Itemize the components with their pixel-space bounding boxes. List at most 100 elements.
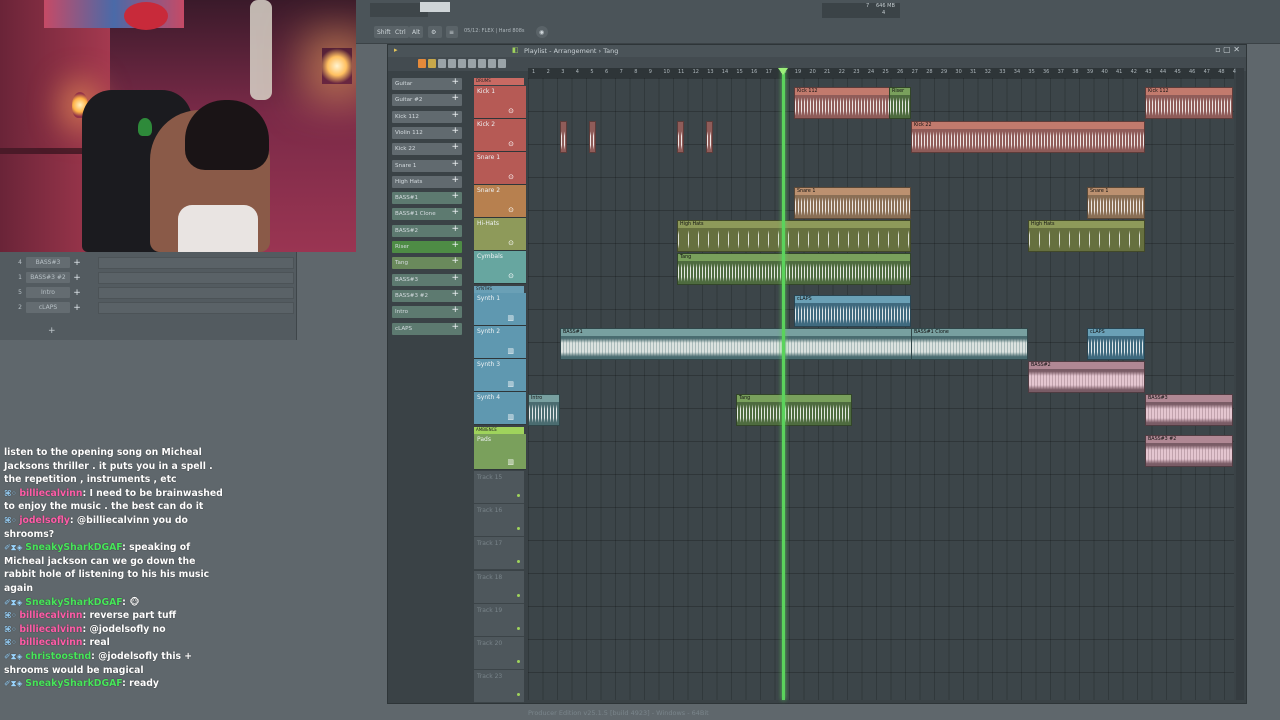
track-led[interactable] bbox=[517, 527, 520, 531]
delete-icon[interactable] bbox=[438, 59, 446, 68]
clip-kick-short[interactable] bbox=[706, 121, 713, 153]
zoom-icon[interactable] bbox=[488, 59, 496, 68]
clip-kick-short[interactable] bbox=[677, 121, 684, 153]
picker-pattern[interactable]: Riser + bbox=[392, 240, 462, 253]
plus-icon[interactable]: + bbox=[451, 126, 459, 136]
menu-arrow-icon[interactable]: ▸ bbox=[394, 46, 398, 54]
chat-username[interactable]: billiecalvinn bbox=[19, 637, 82, 648]
chat-username[interactable]: christoostnd bbox=[25, 651, 91, 662]
brush-icon[interactable] bbox=[428, 59, 436, 68]
row-track[interactable] bbox=[98, 256, 294, 269]
plus-icon[interactable]: + bbox=[451, 305, 459, 315]
chat-username[interactable]: SneakySharkDGAF bbox=[25, 678, 122, 689]
empty-track[interactable]: Track 19 bbox=[474, 603, 524, 637]
menu-icon[interactable]: ≡ bbox=[446, 26, 458, 38]
clip-bass-3-2[interactable]: BASS#3 #2 bbox=[1145, 435, 1233, 467]
empty-track[interactable]: Track 23 bbox=[474, 670, 524, 704]
empty-track[interactable]: Track 20 bbox=[474, 637, 524, 670]
plus-icon[interactable]: + bbox=[451, 159, 459, 169]
plus-icon[interactable]: + bbox=[451, 256, 459, 266]
empty-track[interactable]: Track 17 bbox=[474, 537, 524, 571]
vertical-scrollbar[interactable] bbox=[1236, 68, 1244, 700]
picker-pattern[interactable]: BASS#3 #2 + bbox=[392, 289, 462, 302]
row-track[interactable] bbox=[98, 286, 294, 299]
chat-username[interactable]: billiecalvinn bbox=[19, 624, 82, 635]
row-track[interactable] bbox=[98, 271, 294, 284]
playback-icon[interactable] bbox=[498, 59, 506, 68]
add-track-icon[interactable]: + bbox=[48, 326, 56, 336]
plus-icon[interactable]: + bbox=[451, 93, 459, 103]
track-header[interactable]: Kick 2 ⊙ bbox=[474, 119, 526, 152]
plus-icon[interactable]: + bbox=[451, 77, 459, 87]
plus-icon[interactable]: + bbox=[70, 288, 84, 298]
clip-high-hats[interactable]: High Hats bbox=[677, 220, 911, 252]
clip-high-hats[interactable]: High Hats bbox=[1028, 220, 1145, 252]
group-ambience[interactable]: AMBIENCE bbox=[474, 427, 524, 434]
plus-icon[interactable]: + bbox=[70, 303, 84, 313]
picker-pattern[interactable]: BASS#1 Clone + bbox=[392, 207, 462, 221]
plus-icon[interactable]: + bbox=[451, 289, 459, 299]
playhead-marker[interactable] bbox=[778, 68, 788, 75]
group-synths[interactable]: SYNTHS bbox=[474, 286, 524, 293]
mute-icon[interactable] bbox=[448, 59, 456, 68]
plus-icon[interactable]: + bbox=[451, 240, 459, 250]
empty-track[interactable]: Track 18 bbox=[474, 570, 524, 604]
clip-snare-1[interactable]: Snare 1 bbox=[1087, 187, 1145, 219]
shift-button[interactable]: Shift bbox=[374, 26, 394, 38]
settings-icon[interactable]: ⚙ bbox=[428, 26, 442, 38]
row-track[interactable] bbox=[98, 301, 294, 314]
picker-pattern[interactable]: Guitar + bbox=[392, 77, 462, 90]
empty-track[interactable]: Track 15 bbox=[474, 471, 524, 504]
clip-kick-short[interactable] bbox=[560, 121, 567, 153]
empty-track[interactable]: Track 16 bbox=[474, 504, 524, 538]
plus-icon[interactable]: + bbox=[451, 273, 459, 283]
playhead[interactable] bbox=[782, 68, 785, 700]
slice-icon[interactable] bbox=[468, 59, 476, 68]
plus-icon[interactable]: + bbox=[451, 224, 459, 234]
track-header[interactable]: Cymbals ⊙ bbox=[474, 251, 526, 284]
master-volume-slider[interactable] bbox=[420, 2, 450, 12]
clip-claps[interactable]: cLAPS bbox=[1087, 328, 1145, 360]
plus-icon[interactable]: + bbox=[70, 258, 84, 268]
picker-pattern[interactable]: BASS#1 + bbox=[392, 191, 462, 205]
track-header[interactable]: Kick 1 ⊙ bbox=[474, 86, 526, 119]
clip-bass-1-clone[interactable]: BASS#1 Clone bbox=[911, 328, 1028, 360]
picker-pattern[interactable]: High Hats + bbox=[392, 175, 462, 188]
picker-pattern[interactable]: Guitar #2 + bbox=[392, 93, 462, 107]
pencil-icon[interactable] bbox=[418, 59, 426, 68]
picker-pattern[interactable]: BASS#2 + bbox=[392, 224, 462, 237]
group-drums[interactable]: DRUMS bbox=[474, 78, 524, 85]
window-controls[interactable]: ▫ ▢ ✕ bbox=[1215, 45, 1240, 54]
timeline-ruler[interactable]: 1234567891011121314151617181920212223242… bbox=[528, 68, 1239, 78]
picker-pattern[interactable]: Violin 112 + bbox=[392, 126, 462, 139]
panel-row[interactable]: 1 BASS#3 #2 + bbox=[4, 271, 294, 284]
playlist-titlebar[interactable]: ▸ ◧ Playlist - Arrangement › Tang ▫ ▢ ✕ bbox=[388, 45, 1246, 57]
picker-pattern[interactable]: BASS#3 + bbox=[392, 273, 462, 286]
chat-username[interactable]: SneakySharkDGAF bbox=[25, 542, 122, 553]
chat-username[interactable]: SneakySharkDGAF bbox=[25, 597, 122, 608]
picker-pattern[interactable]: Intro + bbox=[392, 305, 462, 319]
clip-intro[interactable]: Intro bbox=[528, 394, 560, 426]
clip-bass-2[interactable]: BASS#2 bbox=[1028, 361, 1145, 393]
plus-icon[interactable]: + bbox=[451, 207, 459, 217]
select-icon[interactable] bbox=[478, 59, 486, 68]
ctrl-button[interactable]: Ctrl bbox=[392, 26, 409, 38]
track-header[interactable]: Pads ▥ bbox=[474, 434, 526, 470]
plus-icon[interactable]: + bbox=[451, 142, 459, 152]
alt-button[interactable]: Alt bbox=[409, 26, 424, 38]
panel-row[interactable]: 5 Intro + bbox=[4, 286, 294, 299]
track-led[interactable] bbox=[517, 660, 520, 663]
track-led[interactable] bbox=[517, 693, 520, 697]
picker-pattern[interactable]: Kick 22 + bbox=[392, 142, 462, 156]
track-header[interactable]: Snare 1 ⊙ bbox=[474, 152, 526, 185]
track-header[interactable]: Synth 1 ▥ bbox=[474, 293, 526, 326]
slip-icon[interactable] bbox=[458, 59, 466, 68]
clip-kick-112[interactable]: Kick 112 bbox=[1145, 87, 1233, 119]
clip-tang[interactable]: Tang bbox=[736, 394, 852, 426]
plus-icon[interactable]: + bbox=[451, 110, 459, 120]
chat-username[interactable]: billiecalvinn bbox=[19, 488, 82, 499]
clip-kick-22[interactable]: Kick 22 bbox=[911, 121, 1145, 153]
track-led[interactable] bbox=[517, 626, 520, 630]
picker-pattern[interactable]: Snare 1 + bbox=[392, 159, 462, 172]
panel-row[interactable]: 2 cLAPS + bbox=[4, 301, 294, 314]
